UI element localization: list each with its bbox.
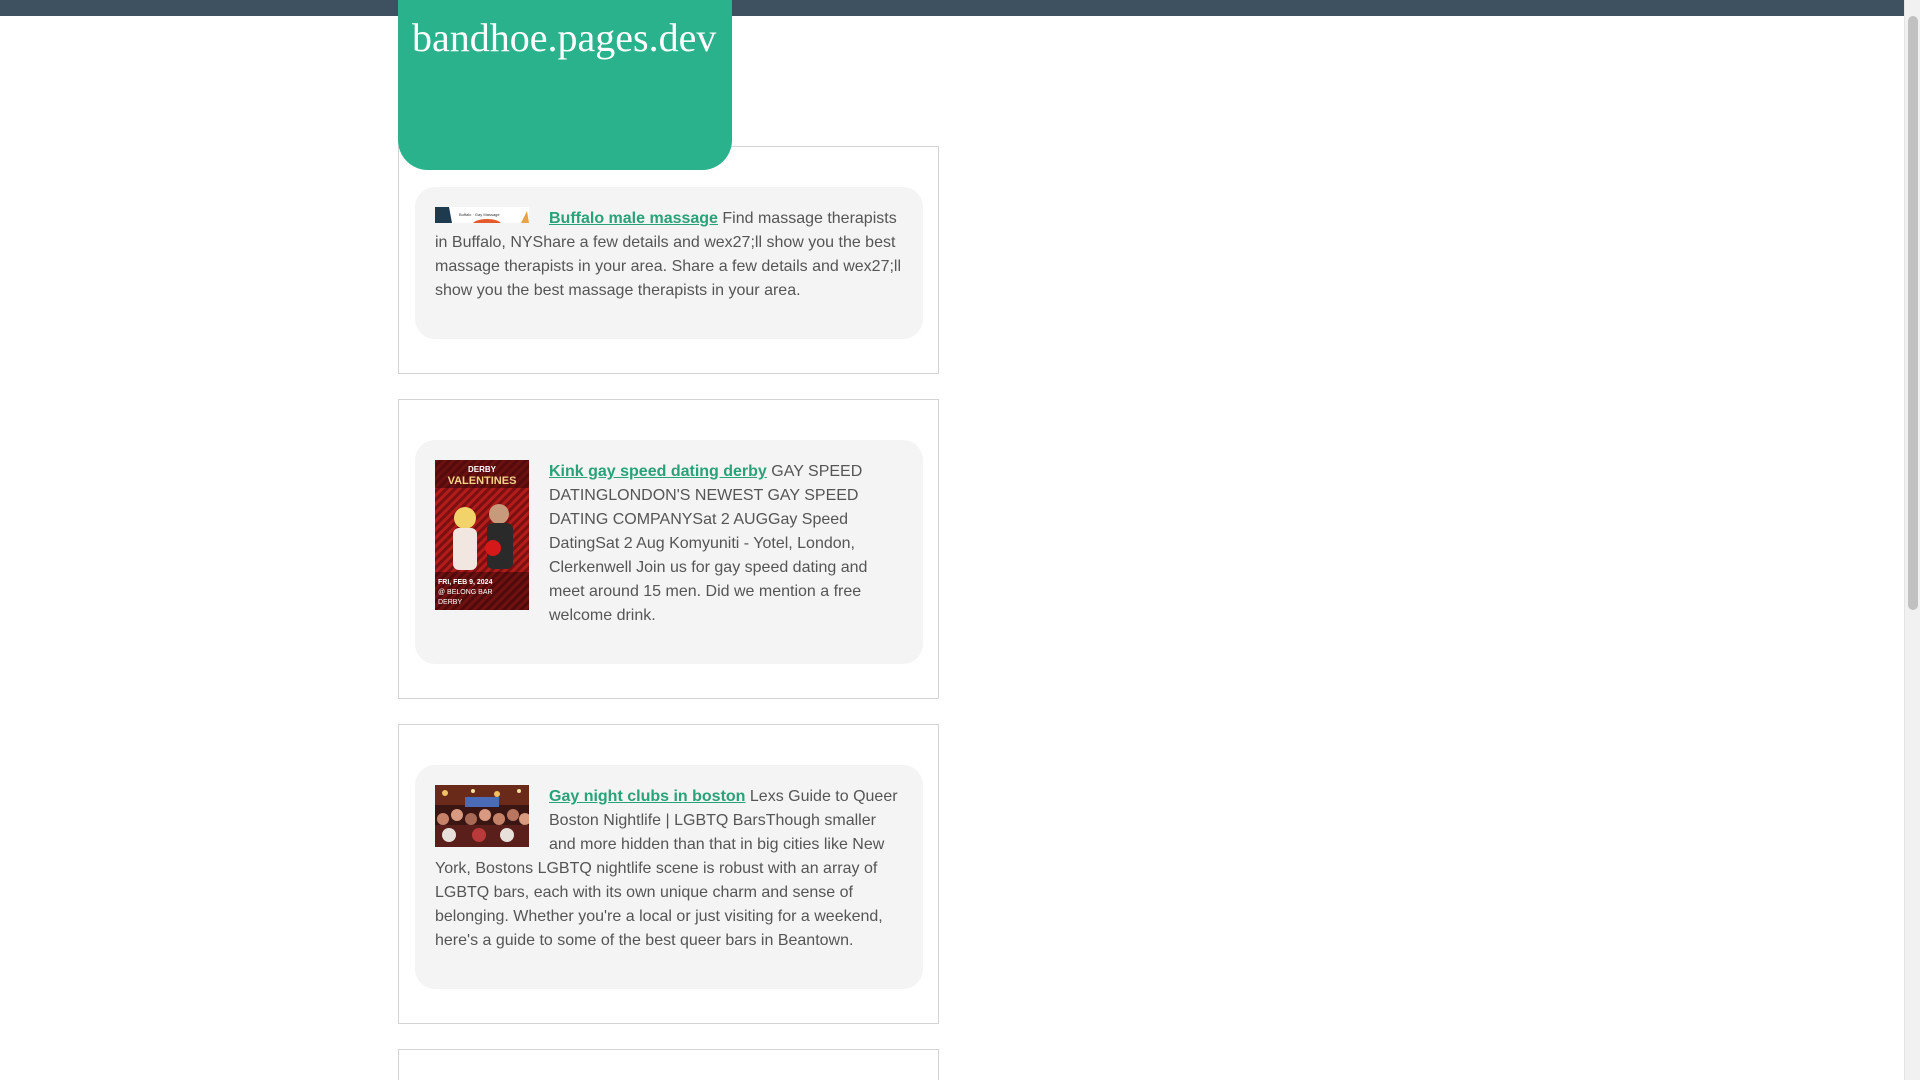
site-header: bandhoe.pages.dev (398, 0, 732, 170)
site-title-link[interactable]: bandhoe.pages.dev (412, 14, 716, 61)
page: bandhoe.pages.dev Buffalo · Gay Massage … (0, 0, 1920, 1080)
article-card (398, 1049, 939, 1080)
poster-date-text: FRI, FEB 9, 2024 (438, 579, 493, 586)
article-content: DERBY VALENTINES FRI, FEB 9, 2024 @ BELO… (415, 440, 923, 664)
nightclub-crowd-thumbnail[interactable] (435, 785, 529, 847)
poster-venue-text: @ BELONG BAR (438, 589, 493, 596)
massage-banner-text: Buffalo · Gay Massage (459, 212, 500, 217)
article-title-link[interactable]: Buffalo male massage (549, 210, 718, 227)
poster-city-text: DERBY (438, 599, 462, 606)
scrollbar-thumb[interactable] (1908, 16, 1918, 610)
article-card: DERBY VALENTINES FRI, FEB 9, 2024 @ BELO… (398, 399, 939, 699)
article-title-link[interactable]: Kink gay speed dating derby (549, 463, 767, 480)
valentines-poster-thumbnail[interactable]: DERBY VALENTINES FRI, FEB 9, 2024 @ BELO… (435, 460, 529, 610)
massage-banner-thumbnail[interactable]: Buffalo · Gay Massage (435, 207, 529, 223)
article-body: GAY SPEED DATINGLONDON'S NEWEST GAY SPEE… (549, 463, 868, 624)
article-content: Gay night clubs in boston Lexs Guide to … (415, 765, 923, 989)
page-scrollbar[interactable] (1904, 0, 1920, 1080)
article-content: Buffalo · Gay Massage Buffalo male massa… (415, 187, 923, 339)
poster-headline-text: VALENTINES (448, 475, 517, 487)
article-title-link[interactable]: Gay night clubs in boston (549, 788, 745, 805)
article-card: Gay night clubs in boston Lexs Guide to … (398, 724, 939, 1024)
poster-top-text: DERBY (468, 465, 497, 474)
top-bar (0, 0, 1904, 16)
article-card: Buffalo · Gay Massage Buffalo male massa… (398, 146, 939, 374)
